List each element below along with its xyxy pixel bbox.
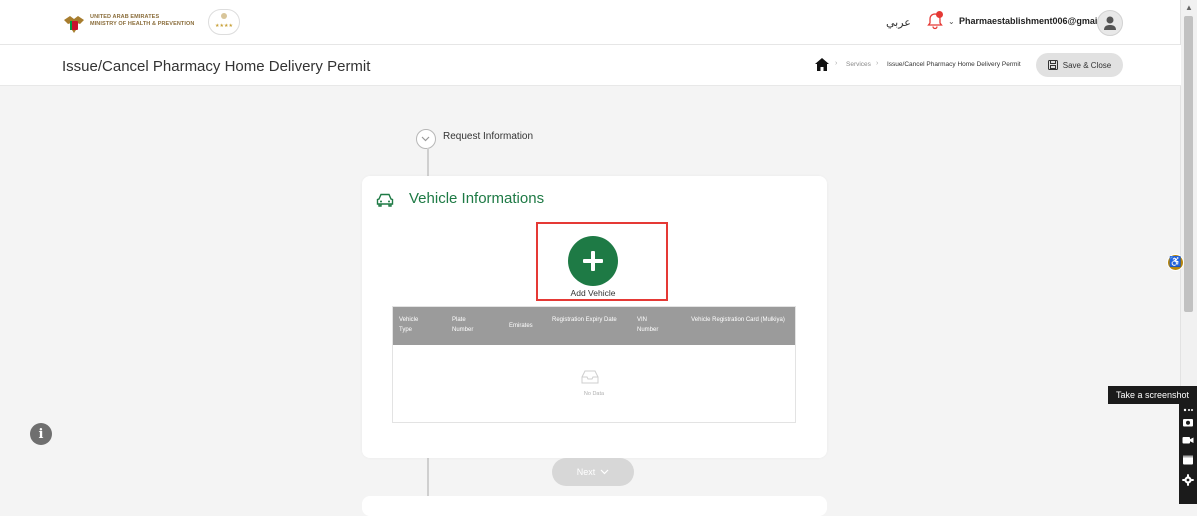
page-title: Issue/Cancel Pharmacy Home Delivery Perm… [62, 58, 371, 75]
vehicle-info-title: Vehicle Informations [409, 190, 545, 207]
user-icon [1104, 16, 1116, 30]
scroll-up-icon[interactable]: ▲ [1185, 3, 1193, 12]
column-header: Registration Expiry Date [552, 317, 617, 323]
add-vehicle-label[interactable]: Add Vehicle [568, 288, 618, 298]
table-header: Vehicle Type Plate Number Emirates Regis… [393, 307, 795, 345]
save-close-button[interactable]: Save & Close [1036, 53, 1123, 77]
breadcrumb-current: Issue/Cancel Pharmacy Home Delivery Perm… [887, 61, 1021, 68]
uae-emblem-icon [64, 16, 84, 33]
avatar[interactable] [1097, 10, 1123, 36]
chevron-down-icon[interactable]: ⌄ [948, 17, 955, 26]
column-header: Emirates [509, 323, 533, 329]
logo-line2: MINISTRY OF HEALTH & PREVENTION [90, 21, 195, 27]
step-request-information[interactable]: Request Information [443, 131, 533, 142]
chevron-down-icon [421, 136, 430, 142]
logo-line1: UNITED ARAB EMIRATES [90, 14, 160, 20]
breadcrumb-separator-icon: › [876, 60, 879, 67]
column-header: VIN Number [637, 317, 659, 333]
column-header: Vehicle Type [399, 317, 419, 333]
vehicle-info-card: Vehicle Informations Add Vehicle Vehicle… [362, 176, 827, 458]
breadcrumb-services[interactable]: Services [846, 61, 871, 68]
camera-icon[interactable] [1182, 416, 1194, 428]
page-header: Issue/Cancel Pharmacy Home Delivery Perm… [0, 45, 1181, 86]
accessibility-icon[interactable]: ♿ [1167, 254, 1184, 271]
empty-inbox-icon [581, 370, 599, 384]
empty-state-text: No Data [583, 391, 605, 397]
add-vehicle-button[interactable] [568, 236, 618, 286]
scroll-thumb[interactable] [1184, 16, 1193, 312]
capture-toolbar [1179, 402, 1197, 504]
next-label: Next [576, 467, 596, 477]
timeline-connector [427, 148, 429, 178]
step-expand-icon[interactable] [416, 129, 436, 149]
video-record-icon[interactable] [1182, 434, 1194, 446]
column-header: Plate Number [452, 317, 474, 333]
rating-badge-icon: ★★★★ [208, 9, 240, 35]
home-icon[interactable] [815, 58, 829, 71]
ministry-logo-text: UNITED ARAB EMIRATES MINISTRY OF HEALTH … [90, 14, 194, 28]
car-icon [376, 193, 394, 207]
window-capture-icon[interactable] [1182, 454, 1194, 466]
save-icon [1047, 60, 1058, 70]
save-close-label: Save & Close [1062, 60, 1112, 70]
notification-badge [936, 11, 943, 18]
breadcrumb-separator-icon: › [835, 60, 838, 67]
language-toggle[interactable]: عربي [886, 16, 911, 29]
vehicle-table: Vehicle Type Plate Number Emirates Regis… [392, 306, 796, 423]
settings-gear-icon[interactable] [1182, 474, 1194, 486]
next-button[interactable]: Next [552, 458, 634, 486]
chevron-down-icon [600, 469, 609, 475]
info-icon[interactable]: i [30, 423, 52, 445]
top-bar: UNITED ARAB EMIRATES MINISTRY OF HEALTH … [0, 0, 1181, 45]
next-section-card [362, 496, 827, 516]
column-header: Vehicle Registration Card (Mulkiya) [691, 317, 785, 323]
more-options-icon[interactable] [1182, 404, 1194, 416]
